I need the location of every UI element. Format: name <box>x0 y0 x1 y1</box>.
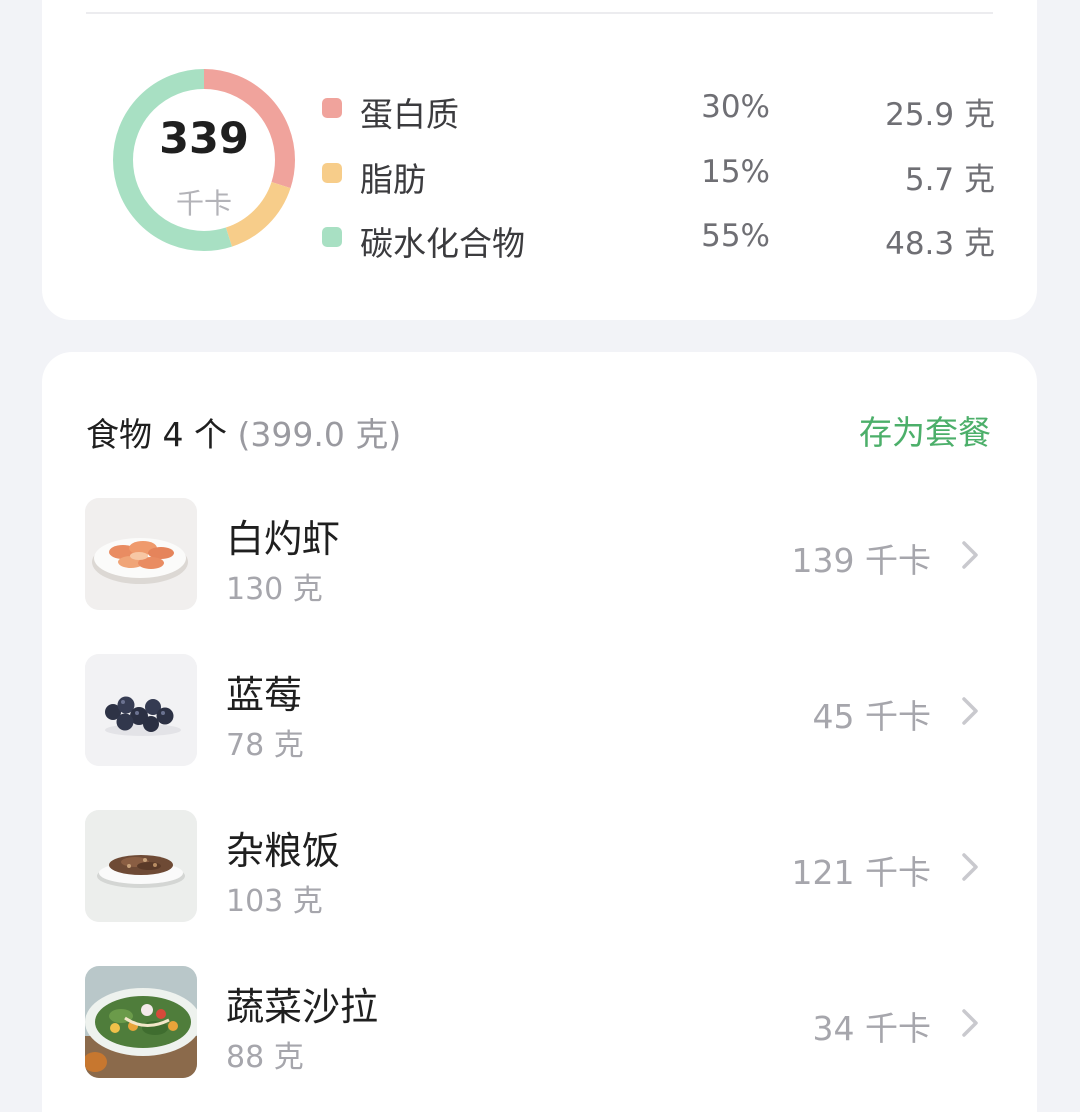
chevron-right-icon <box>962 541 978 569</box>
food-item-grain-rice[interactable]: 杂粮饭 103 克 121 千卡 <box>42 810 1037 924</box>
macro-grams: 48.3 克 <box>885 226 995 262</box>
food-calories: 45 千卡 <box>812 697 931 736</box>
food-weight: 78 克 <box>226 728 304 763</box>
chevron-right-icon <box>962 853 978 881</box>
shrimp-plate-thumbnail <box>85 498 197 610</box>
macro-percent: 30% <box>701 89 770 125</box>
carbs-color-dot <box>322 227 342 247</box>
food-name: 蓝莓 <box>226 673 303 717</box>
food-calories: 121 千卡 <box>791 853 931 892</box>
food-weight: 88 克 <box>226 1040 304 1075</box>
macro-grams: 5.7 克 <box>904 162 995 198</box>
food-calories: 34 千卡 <box>812 1009 931 1048</box>
total-calories-value: 339 <box>159 114 249 164</box>
macro-row-fat: 脂肪 15% 5.7 克 <box>320 148 995 199</box>
food-calories: 139 千卡 <box>791 541 931 580</box>
macro-name: 蛋白质 <box>360 95 459 134</box>
food-name: 蔬菜沙拉 <box>226 985 379 1029</box>
food-name: 杂粮饭 <box>226 829 341 873</box>
food-item-blueberries[interactable]: 蓝莓 78 克 45 千卡 <box>42 654 1037 768</box>
macro-row-protein: 蛋白质 30% 25.9 克 <box>320 83 995 134</box>
food-item-shrimp[interactable]: 白灼虾 130 克 139 千卡 <box>42 498 1037 612</box>
macro-percent: 15% <box>701 154 770 190</box>
food-name: 白灼虾 <box>226 517 341 561</box>
protein-color-dot <box>322 98 342 118</box>
food-count-label: 食物 4 个 <box>86 415 227 454</box>
food-list-card: 食物 4 个 (399.0 克) 存为套餐 白灼虾 130 克 139 千卡 蓝… <box>42 352 1037 1112</box>
macro-row-carbs: 碳水化合物 55% 48.3 克 <box>320 212 995 263</box>
fat-color-dot <box>322 163 342 183</box>
chevron-right-icon <box>962 1009 978 1037</box>
macro-donut-chart: 339 千卡 <box>112 68 296 252</box>
save-as-meal-button[interactable]: 存为套餐 <box>859 406 991 454</box>
food-weight: 103 克 <box>226 884 323 919</box>
macro-name: 碳水化合物 <box>360 224 525 263</box>
total-calories-unit: 千卡 <box>175 187 232 220</box>
chevron-right-icon <box>962 697 978 725</box>
divider <box>86 12 993 14</box>
food-item-vegetable-salad[interactable]: 蔬菜沙拉 88 克 34 千卡 <box>42 966 1037 1080</box>
macro-percent: 55% <box>701 218 770 254</box>
macro-name: 脂肪 <box>360 160 426 199</box>
food-total-weight: (399.0 克) <box>237 415 402 454</box>
grain-rice-plate-thumbnail <box>85 810 197 922</box>
macro-grams: 25.9 克 <box>885 97 995 133</box>
nutrition-summary-card: 339 千卡 蛋白质 30% 25.9 克 脂肪 15% 5.7 克 碳水化合物… <box>42 0 1037 320</box>
vegetable-salad-thumbnail <box>85 966 197 1078</box>
food-weight: 130 克 <box>226 572 323 607</box>
food-list-header: 食物 4 个 (399.0 克) <box>86 408 401 456</box>
blueberries-thumbnail <box>85 654 197 766</box>
